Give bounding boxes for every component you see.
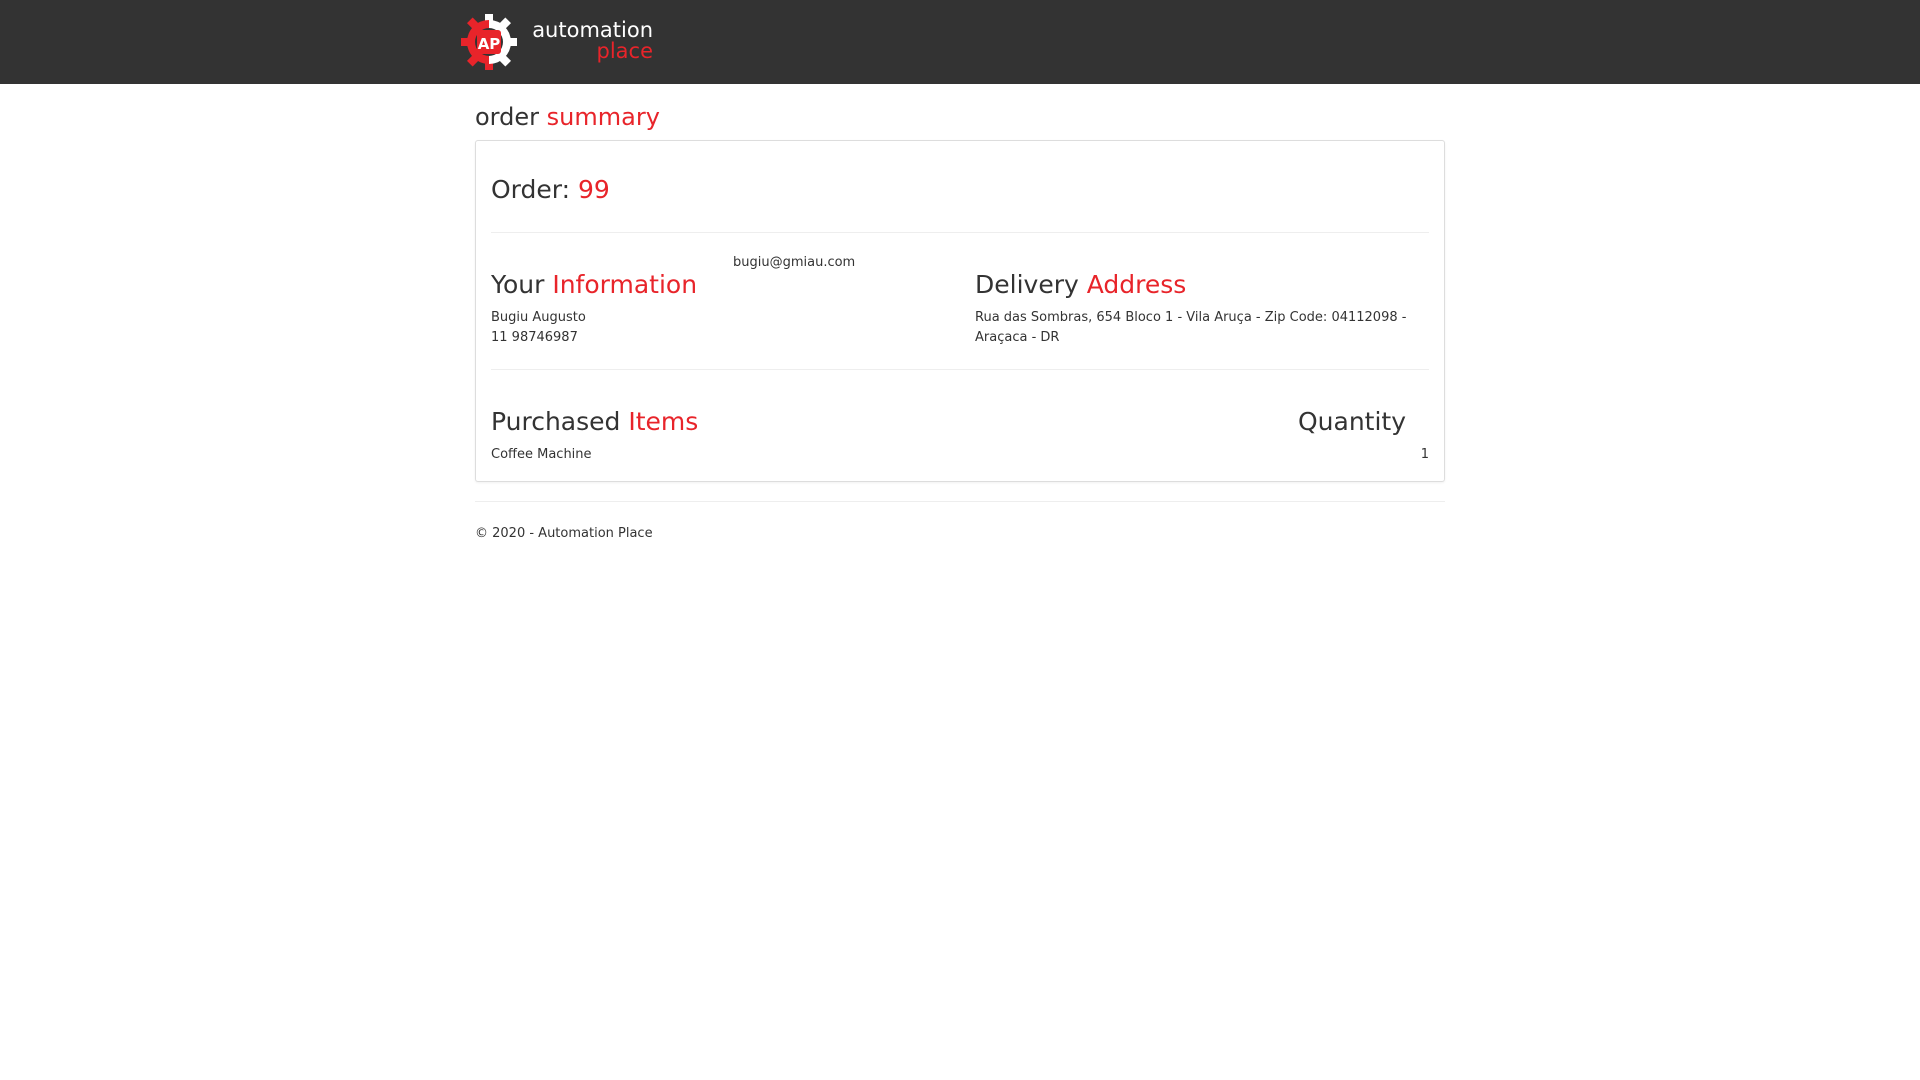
gear-icon: AP: [461, 14, 517, 70]
your-information-heading-part1: Your: [491, 270, 545, 299]
page-title: order summary: [475, 102, 660, 132]
your-information-heading-part2: Information: [552, 270, 698, 299]
your-information-heading: Your Information: [491, 269, 697, 301]
top-navbar: AP automation place: [0, 0, 1920, 84]
page-title-part1: order: [475, 103, 539, 131]
purchased-items-heading-part1: Purchased: [491, 407, 621, 436]
customer-email: bugiu@gmiau.com: [733, 255, 856, 270]
footer-copyright: © 2020 - Automation Place: [475, 526, 653, 541]
customer-name: Bugiu Augusto: [491, 310, 586, 325]
delivery-address-heading: Delivery Address: [975, 269, 1186, 301]
item-quantity: 1: [1420, 447, 1429, 462]
delivery-heading-part1: Delivery: [975, 270, 1079, 299]
divider: [491, 369, 1429, 370]
order-number: 99: [577, 175, 610, 204]
divider: [491, 232, 1429, 233]
order-label: Order:: [491, 175, 571, 204]
delivery-heading-part2: Address: [1086, 270, 1187, 299]
customer-phone: 11 98746987: [491, 330, 578, 345]
brand-home-link[interactable]: AP automation place: [459, 12, 659, 74]
purchased-items-heading: Purchased Items: [491, 406, 698, 438]
order-heading: Order: 99: [491, 174, 610, 206]
delivery-address: Rua das Sombras, 654 Bloco 1 - Vila Aruç…: [975, 310, 1407, 345]
brand-name-line1: automation: [532, 18, 653, 42]
brand-name-line2: place: [596, 39, 654, 63]
page-title-part2: summary: [546, 103, 660, 131]
purchased-items-heading-part2: Items: [628, 407, 699, 436]
quantity-heading: Quantity: [1298, 407, 1407, 436]
footer-divider: [475, 501, 1445, 502]
order-summary-panel: Order: 99 bugiu@gmiau.com Your Informati…: [475, 140, 1445, 482]
item-name: Coffee Machine: [491, 447, 592, 462]
logo-letters: AP: [478, 35, 501, 53]
